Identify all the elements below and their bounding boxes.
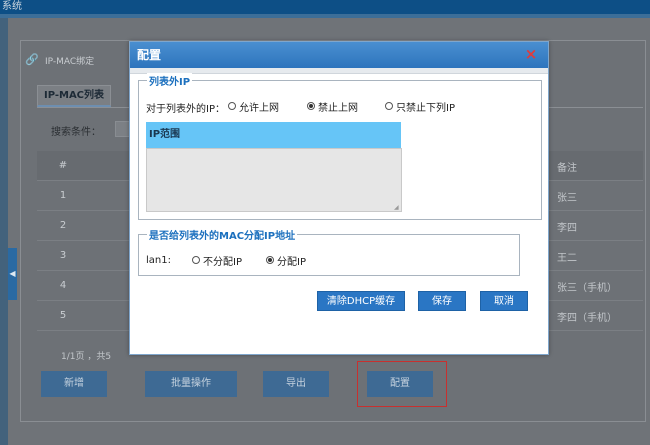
row-note: 张三（手机）	[557, 283, 617, 294]
assign-ip-legend: 是否给列表外的MAC分配IP地址	[147, 227, 298, 242]
radio-circle	[228, 102, 236, 110]
config-highlight-box	[357, 361, 447, 407]
radio-label: 不分配IP	[203, 256, 242, 268]
dialog-header: 配置 ×	[130, 42, 548, 68]
lan1-label: lan1:	[146, 255, 171, 266]
collapse-handle[interactable]: ◀	[8, 248, 17, 300]
link-icon: 🔗	[25, 53, 39, 66]
header-note: 备注	[557, 163, 577, 174]
radio-assign-ip[interactable]: 分配IP	[266, 253, 306, 268]
tab-ip-mac-list[interactable]: IP-MAC列表	[37, 85, 111, 107]
cancel-button[interactable]: 取消	[480, 291, 528, 311]
row-note: 王二	[557, 253, 577, 264]
top-bar: 系统	[0, 0, 650, 14]
outside-ip-prompt: 对于列表外的IP：	[146, 104, 225, 115]
search-label: 搜索条件：	[51, 127, 101, 138]
row-index: 5	[59, 310, 67, 321]
radio-label: 分配IP	[277, 256, 306, 268]
batch-operation-button[interactable]: 批量操作	[145, 371, 237, 397]
radio-label: 允许上网	[239, 102, 279, 114]
outside-ip-legend: 列表外IP	[147, 73, 193, 88]
row-index: 1	[59, 190, 67, 201]
radio-circle	[385, 102, 393, 110]
breadcrumb: IP-MAC绑定	[45, 57, 95, 67]
row-index: 2	[59, 220, 67, 231]
radio-circle	[192, 256, 200, 264]
save-button[interactable]: 保存	[418, 291, 466, 311]
radio-block-internet[interactable]: 禁止上网	[307, 99, 358, 114]
row-note: 李四（手机）	[557, 313, 617, 324]
left-rail	[0, 18, 8, 445]
row-note: 张三	[557, 193, 577, 204]
config-dialog: 配置 × 列表外IP 对于列表外的IP： 允许上网 禁止上网 只禁止下列IP I…	[129, 41, 549, 355]
close-icon[interactable]: ×	[522, 45, 540, 63]
radio-no-assign-ip[interactable]: 不分配IP	[192, 253, 242, 268]
radio-label: 只禁止下列IP	[396, 102, 455, 114]
radio-block-listed-only[interactable]: 只禁止下列IP	[385, 99, 455, 114]
row-index: 4	[59, 280, 67, 291]
dialog-subbar	[130, 68, 548, 74]
clear-dhcp-cache-button[interactable]: 清除DHCP缓存	[317, 291, 405, 311]
export-button[interactable]: 导出	[263, 371, 329, 397]
pager-text: 1/1页 ，共5	[61, 352, 112, 362]
radio-allow-internet[interactable]: 允许上网	[228, 99, 279, 114]
row-note: 李四	[557, 223, 577, 234]
radio-circle-selected	[266, 256, 274, 264]
add-button[interactable]: 新增	[41, 371, 107, 397]
header-index: #	[58, 160, 68, 171]
chevron-left-icon: ◀	[9, 269, 16, 278]
radio-label: 禁止上网	[318, 102, 358, 114]
row-index: 3	[59, 250, 67, 261]
ip-range-header: IP范围	[146, 122, 401, 148]
resize-grip-icon[interactable]: ◢	[394, 204, 399, 211]
app-title: 系统	[2, 1, 22, 12]
ip-range-textarea[interactable]	[146, 148, 402, 212]
dialog-title: 配置	[137, 48, 162, 62]
radio-circle-selected	[307, 102, 315, 110]
